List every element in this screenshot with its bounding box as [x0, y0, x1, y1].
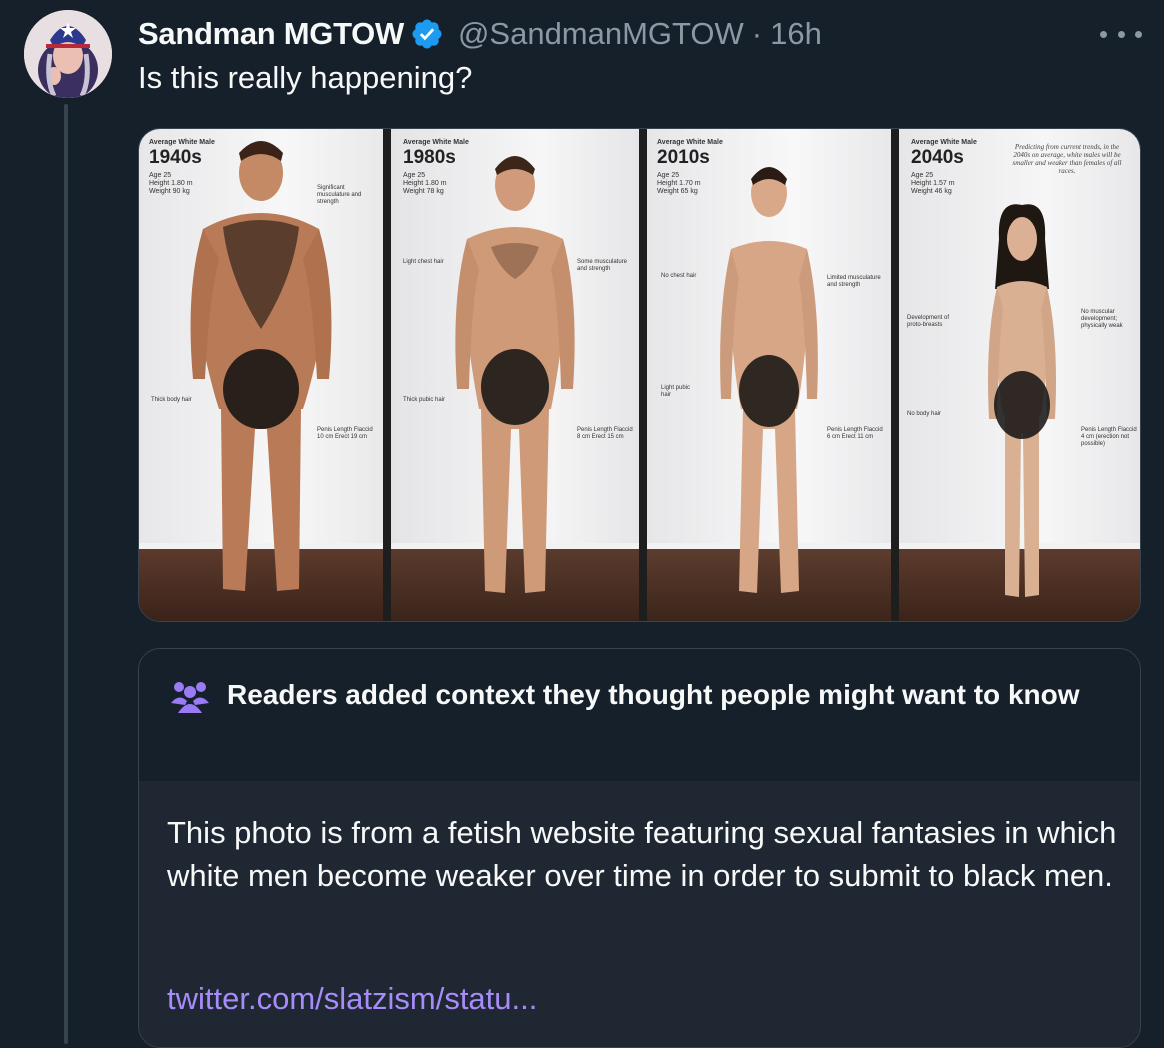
panel-note: Thick body hair [151, 397, 192, 403]
figure-1980s [455, 156, 575, 593]
panel-note: Some musculature and strength [577, 259, 628, 272]
panel-stat: Age 25 [911, 172, 934, 179]
media-panel-1980s: Average White Male 1980s Age 25 Height 1… [391, 129, 639, 621]
panel-note: No muscular development; physically weak [1081, 309, 1123, 329]
panel-stat: Age 25 [657, 172, 680, 179]
handle[interactable]: @SandmanMGTOW [458, 16, 744, 52]
readers-people-icon [171, 682, 209, 713]
media-panel-1940s: Average White Male 1940s Age 25 Height 1… [139, 129, 383, 621]
panel-note: Penis Length Flaccid 8 cm Erect 15 cm [577, 427, 633, 440]
panel-prediction: Predicting from current trends, in the 2… [1012, 143, 1122, 175]
panel-note: Penis Length Flaccid 10 cm Erect 19 cm [317, 427, 373, 440]
timestamp[interactable]: 16h [770, 16, 822, 52]
panel-note: Penis Length Flaccid 6 cm Erect 11 cm [827, 427, 883, 440]
panel-note: Thick pubic hair [403, 397, 446, 403]
tweet-text: Is this really happening? [138, 60, 473, 95]
panel-header: Average White Male [149, 139, 215, 146]
media-panel-2040s: Average White Male 2040s Age 25 Height 1… [899, 129, 1140, 621]
panel-stat: Height 1.70 m [657, 180, 701, 187]
panel-stat: Height 1.57 m [911, 180, 955, 187]
panel-note: Limited musculature and strength [827, 275, 881, 288]
display-name[interactable]: Sandman MGTOW [138, 16, 404, 52]
panel-note: Significant musculature and strength [317, 185, 362, 205]
tweet-media-image[interactable]: Average White Male 1940s Age 25 Height 1… [138, 128, 1141, 622]
community-notes-body: This photo is from a fetish website feat… [139, 781, 1140, 1047]
community-notes-header: Readers added context they thought peopl… [139, 649, 1140, 781]
panel-era: 2040s [911, 147, 964, 168]
panel-note: Penis Length Flaccid 4 cm (erection not … [1081, 427, 1137, 447]
thread-line [64, 104, 68, 1044]
figure-2010s [720, 167, 818, 593]
separator: · [751, 16, 763, 51]
panel-note: No chest hair [661, 273, 697, 279]
panel-era: 2010s [657, 147, 710, 168]
panel-stat: Weight 90 kg [149, 188, 190, 195]
avatar[interactable] [24, 10, 112, 98]
panel-stat: Weight 46 kg [911, 188, 952, 195]
tweet-header: Sandman MGTOW @SandmanMGTOW · 16h [138, 12, 822, 56]
panel-note: Development of proto-breasts [907, 315, 950, 328]
panel-stat: Height 1.80 m [403, 180, 447, 187]
more-options-icon[interactable] [1100, 20, 1142, 48]
panel-stat: Age 25 [403, 172, 426, 179]
panel-era: 1940s [149, 147, 202, 168]
panel-stat: Weight 65 kg [657, 188, 698, 195]
panel-note: No body hair [907, 411, 942, 417]
tweet: Sandman MGTOW @SandmanMGTOW · 16h Is thi… [0, 0, 1164, 1048]
community-notes-card[interactable]: Readers added context they thought peopl… [138, 648, 1141, 1048]
panel-stat: Weight 78 kg [403, 188, 444, 195]
panel-stat: Height 1.80 m [149, 180, 193, 187]
panel-header: Average White Male [657, 139, 723, 146]
panel-header: Average White Male [403, 139, 469, 146]
community-notes-title: Readers added context they thought peopl… [227, 679, 1080, 710]
panel-note: Light pubic hair [661, 385, 691, 398]
panel-stat: Age 25 [149, 172, 172, 179]
panel-header: Average White Male [911, 139, 977, 146]
community-note-text: This photo is from a fetish website feat… [167, 815, 1117, 893]
media-panel-2010s: Average White Male 2010s Age 25 Height 1… [647, 129, 891, 621]
community-note-link[interactable]: twitter.com/slatzism/statu... [167, 981, 537, 1017]
panel-era: 1980s [403, 147, 456, 168]
panel-note: Light chest hair [403, 259, 444, 265]
figure-2040s [988, 204, 1056, 597]
verified-badge-icon [412, 19, 442, 49]
